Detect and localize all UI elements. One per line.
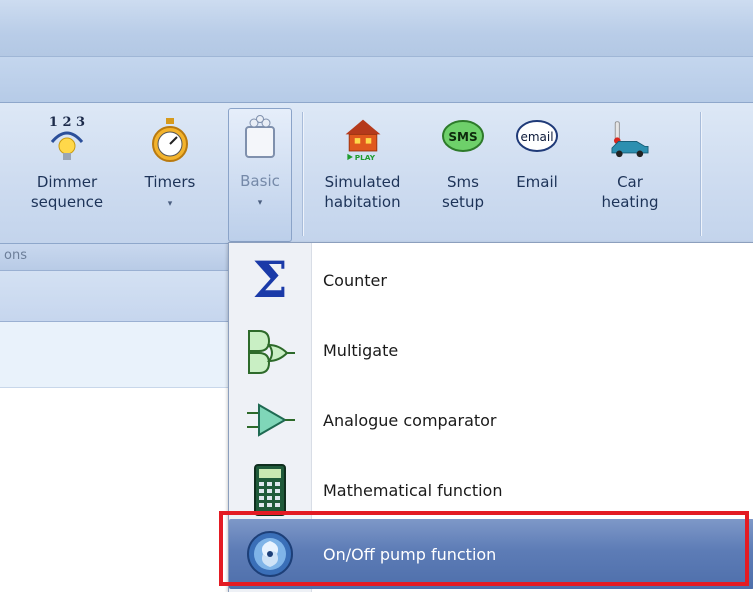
menu-item-label: Counter: [323, 270, 387, 290]
title-bar: [0, 0, 753, 57]
button-label: Dimmer sequence: [30, 173, 104, 211]
logic-gates-icon: [243, 323, 297, 377]
pump-icon: [243, 527, 297, 581]
menu-item-analogue-comparator[interactable]: Analogue comparator: [229, 385, 753, 455]
dimmer-sequence-icon: 1 2 3: [44, 114, 90, 164]
house-play-icon: PLAY: [340, 114, 386, 164]
menu-item-label: Mathematical function: [323, 480, 503, 500]
button-label: Timers: [144, 173, 196, 191]
ribbon-separator: [302, 112, 303, 236]
sigma-icon: Σ: [252, 250, 288, 309]
svg-text:1 2 3: 1 2 3: [49, 115, 85, 130]
menu-item-on-off-pump-function[interactable]: On/Off pump function: [229, 519, 753, 589]
chevron-down-icon: ▾: [167, 199, 173, 209]
timers-button[interactable]: Timers ▾: [135, 110, 205, 238]
svg-text:SMS: SMS: [448, 130, 477, 144]
menu-item-multigate[interactable]: Multigate: [229, 315, 753, 385]
button-label: Car heating: [601, 173, 659, 211]
group-caption-text: ons: [4, 248, 27, 263]
button-label: Simulated habitation: [324, 173, 401, 211]
car-heating-icon: [607, 114, 653, 164]
basic-dropdown-menu: Σ Counter Multigate Analogue comparator: [228, 242, 753, 592]
sms-setup-button[interactable]: SMS Sms setup: [433, 110, 493, 238]
svg-text:PLAY: PLAY: [354, 153, 375, 162]
menu-item-label: Analogue comparator: [323, 410, 497, 430]
email-icon: email: [514, 114, 560, 164]
car-heating-button[interactable]: Car heating: [590, 110, 670, 238]
stopwatch-icon: [147, 114, 193, 164]
simulated-habitation-button[interactable]: PLAY Simulated habitation: [310, 110, 415, 238]
menu-item-mathematical-function[interactable]: Mathematical function: [229, 455, 753, 525]
menu-item-label: On/Off pump function: [323, 544, 497, 564]
ribbon-separator: [700, 112, 701, 236]
menu-item-label: Multigate: [323, 340, 399, 360]
button-label: Sms setup: [442, 173, 484, 211]
button-label: Basic: [240, 172, 280, 190]
email-button[interactable]: email Email: [507, 110, 567, 238]
chevron-down-icon: ▾: [257, 198, 263, 208]
basic-button[interactable]: Basic ▾: [228, 108, 292, 242]
calculator-icon: [243, 463, 297, 517]
blocks-icon: [237, 113, 283, 163]
svg-text:email: email: [520, 130, 553, 144]
button-label: Email: [516, 173, 558, 191]
comparator-icon: [243, 393, 297, 447]
sms-icon: SMS: [440, 114, 486, 164]
ribbon-tab-bar: [0, 57, 753, 103]
menu-item-counter[interactable]: Σ Counter: [229, 245, 753, 315]
dimmer-sequence-button[interactable]: 1 2 3 Dimmer sequence: [12, 110, 122, 238]
